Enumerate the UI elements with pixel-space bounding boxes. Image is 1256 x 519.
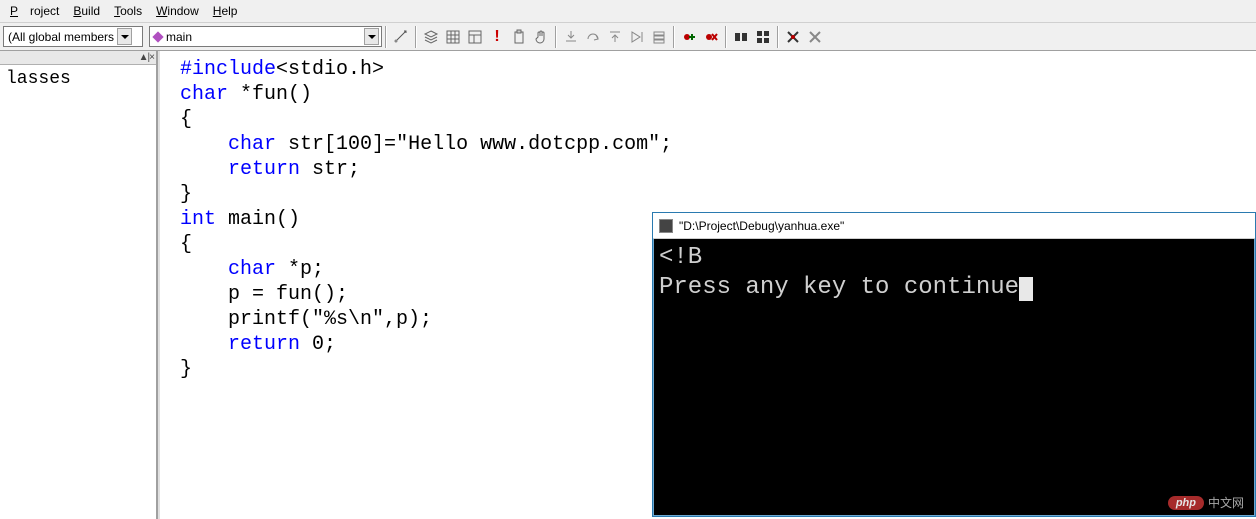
watermark-text: 中文网 xyxy=(1208,494,1244,511)
hand-icon[interactable] xyxy=(530,26,552,48)
menu-bar: Project Build Tools Window Help xyxy=(0,0,1256,23)
scope-combo[interactable]: (All global members xyxy=(3,26,143,47)
layout-icon[interactable] xyxy=(464,26,486,48)
watch-icon[interactable] xyxy=(730,26,752,48)
class-view-panel: ▲|× lasses xyxy=(0,51,158,519)
wizard-icon[interactable] xyxy=(390,26,412,48)
console-titlebar[interactable]: "D:\Project\Debug\yanhua.exe" xyxy=(653,213,1255,239)
toolbar: (All global members main ! xyxy=(0,23,1256,51)
menu-window[interactable]: Window xyxy=(150,2,205,20)
layers-icon[interactable] xyxy=(420,26,442,48)
alert-icon[interactable]: ! xyxy=(486,26,508,48)
memory-icon[interactable] xyxy=(752,26,774,48)
cursor-block xyxy=(1019,277,1033,301)
run-to-cursor-icon[interactable] xyxy=(626,26,648,48)
watermark-pill: php xyxy=(1168,496,1204,510)
step-over-icon[interactable] xyxy=(582,26,604,48)
callstack-icon[interactable] xyxy=(648,26,670,48)
diamond-icon xyxy=(152,31,163,42)
chevron-down-icon[interactable] xyxy=(117,28,132,45)
menu-project[interactable]: Project xyxy=(4,2,65,20)
console-title-text: "D:\Project\Debug\yanhua.exe" xyxy=(679,219,844,233)
step-into-icon[interactable] xyxy=(560,26,582,48)
step-out-icon[interactable] xyxy=(604,26,626,48)
registers-icon[interactable] xyxy=(782,26,804,48)
scope-combo-text: (All global members xyxy=(8,30,114,44)
grid-icon[interactable] xyxy=(442,26,464,48)
menu-tools[interactable]: Tools xyxy=(108,2,148,20)
console-output: <!B Press any key to continue xyxy=(653,239,1255,307)
chevron-down-icon[interactable] xyxy=(364,28,379,45)
breakpoint-remove-icon[interactable] xyxy=(700,26,722,48)
menu-help[interactable]: Help xyxy=(207,2,244,20)
console-window[interactable]: "D:\Project\Debug\yanhua.exe" <!B Press … xyxy=(652,212,1256,517)
watermark: php 中文网 xyxy=(1168,494,1244,511)
clipboard-icon[interactable] xyxy=(508,26,530,48)
breakpoint-add-icon[interactable] xyxy=(678,26,700,48)
class-view-label: lasses xyxy=(0,65,156,93)
panel-controls[interactable]: ▲|× xyxy=(0,51,156,65)
disasm-icon[interactable] xyxy=(804,26,826,48)
function-combo[interactable]: main xyxy=(149,26,382,47)
menu-build[interactable]: Build xyxy=(67,2,106,20)
function-combo-text: main xyxy=(166,30,192,44)
app-icon xyxy=(659,219,673,233)
